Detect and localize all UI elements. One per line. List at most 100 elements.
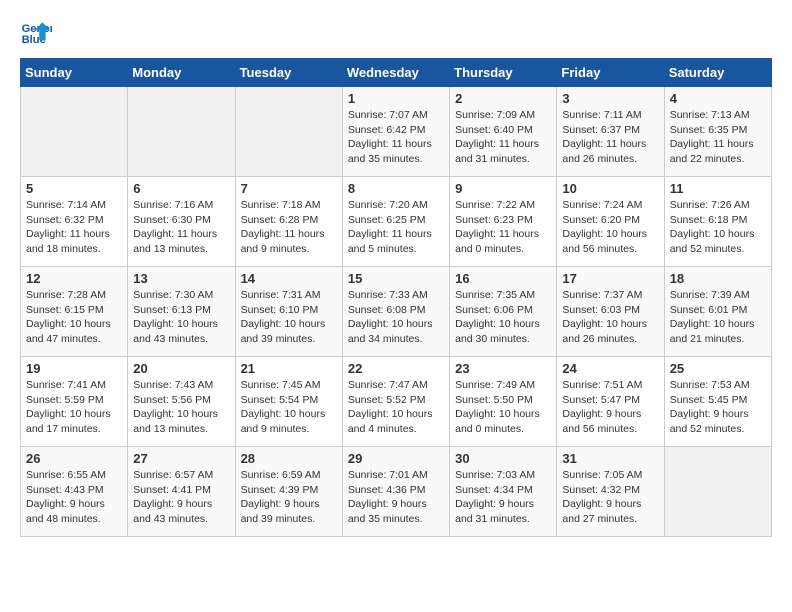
day-detail: Sunrise: 7:16 AM Sunset: 6:30 PM Dayligh… <box>133 198 229 257</box>
day-detail: Sunrise: 7:28 AM Sunset: 6:15 PM Dayligh… <box>26 288 122 347</box>
day-detail: Sunrise: 7:11 AM Sunset: 6:37 PM Dayligh… <box>562 108 658 167</box>
calendar-cell: 6Sunrise: 7:16 AM Sunset: 6:30 PM Daylig… <box>128 177 235 267</box>
day-detail: Sunrise: 7:05 AM Sunset: 4:32 PM Dayligh… <box>562 468 658 527</box>
calendar-cell: 30 Sunrise: 7:03 AM Sunset: 4:34 PM Dayli… <box>450 447 557 537</box>
calendar-cell: 8 Sunrise: 7:20 AM Sunset: 6:25 PM Daylig… <box>342 177 449 267</box>
day-number: 24 <box>562 361 658 376</box>
calendar-cell: 23 Sunrise: 7:49 AM Sunset: 5:50 PM Dayli… <box>450 357 557 447</box>
calendar-cell: 31 Sunrise: 7:05 AM Sunset: 4:32 PM Dayli… <box>557 447 664 537</box>
calendar-cell: 21 Sunrise: 7:45 AM Sunset: 5:54 PM Dayli… <box>235 357 342 447</box>
logo: General Blue <box>20 16 52 48</box>
calendar-cell: 28 Sunrise: 6:59 AM Sunset: 4:39 PM Dayli… <box>235 447 342 537</box>
calendar-cell: 20Sunrise: 7:43 AM Sunset: 5:56 PM Dayli… <box>128 357 235 447</box>
weekday-header: Wednesday <box>342 59 449 87</box>
day-detail: Sunrise: 7:13 AM Sunset: 6:35 PM Dayligh… <box>670 108 766 167</box>
calendar-cell: 2 Sunrise: 7:09 AM Sunset: 6:40 PM Daylig… <box>450 87 557 177</box>
day-number: 26 <box>26 451 122 466</box>
day-detail: Sunrise: 7:20 AM Sunset: 6:25 PM Dayligh… <box>348 198 444 257</box>
day-detail: Sunrise: 7:03 AM Sunset: 4:34 PM Dayligh… <box>455 468 551 527</box>
day-detail: Sunrise: 7:09 AM Sunset: 6:40 PM Dayligh… <box>455 108 551 167</box>
calendar-cell: 24 Sunrise: 7:51 AM Sunset: 5:47 PM Dayli… <box>557 357 664 447</box>
day-detail: Sunrise: 7:53 AM Sunset: 5:45 PM Dayligh… <box>670 378 766 437</box>
calendar-cell: 9 Sunrise: 7:22 AM Sunset: 6:23 PM Daylig… <box>450 177 557 267</box>
day-detail: Sunrise: 7:22 AM Sunset: 6:23 PM Dayligh… <box>455 198 551 257</box>
day-number: 9 <box>455 181 551 196</box>
day-detail: Sunrise: 7:01 AM Sunset: 4:36 PM Dayligh… <box>348 468 444 527</box>
day-detail: Sunrise: 7:14 AM Sunset: 6:32 PM Dayligh… <box>26 198 122 257</box>
calendar-cell <box>235 87 342 177</box>
calendar-week-row: 12 Sunrise: 7:28 AM Sunset: 6:15 PM Dayli… <box>21 267 772 357</box>
day-detail: Sunrise: 7:41 AM Sunset: 5:59 PM Dayligh… <box>26 378 122 437</box>
day-number: 4 <box>670 91 766 106</box>
day-number: 23 <box>455 361 551 376</box>
day-number: 29 <box>348 451 444 466</box>
calendar-cell: 29 Sunrise: 7:01 AM Sunset: 4:36 PM Dayli… <box>342 447 449 537</box>
calendar-cell: 4 Sunrise: 7:13 AM Sunset: 6:35 PM Daylig… <box>664 87 771 177</box>
calendar-cell: 12 Sunrise: 7:28 AM Sunset: 6:15 PM Dayli… <box>21 267 128 357</box>
calendar-cell: 26 Sunrise: 6:55 AM Sunset: 4:43 PM Dayli… <box>21 447 128 537</box>
day-number: 21 <box>241 361 337 376</box>
day-detail: Sunrise: 7:26 AM Sunset: 6:18 PM Dayligh… <box>670 198 766 257</box>
weekday-header: Thursday <box>450 59 557 87</box>
calendar-cell: 11Sunrise: 7:26 AM Sunset: 6:18 PM Dayli… <box>664 177 771 267</box>
weekday-header: Friday <box>557 59 664 87</box>
day-detail: Sunrise: 7:37 AM Sunset: 6:03 PM Dayligh… <box>562 288 658 347</box>
day-number: 15 <box>348 271 444 286</box>
day-number: 2 <box>455 91 551 106</box>
day-number: 16 <box>455 271 551 286</box>
day-number: 5 <box>26 181 122 196</box>
calendar-cell: 15Sunrise: 7:33 AM Sunset: 6:08 PM Dayli… <box>342 267 449 357</box>
day-detail: Sunrise: 7:51 AM Sunset: 5:47 PM Dayligh… <box>562 378 658 437</box>
day-detail: Sunrise: 7:18 AM Sunset: 6:28 PM Dayligh… <box>241 198 337 257</box>
calendar-cell: 22Sunrise: 7:47 AM Sunset: 5:52 PM Dayli… <box>342 357 449 447</box>
weekday-header: Monday <box>128 59 235 87</box>
calendar-cell: 14 Sunrise: 7:31 AM Sunset: 6:10 PM Dayli… <box>235 267 342 357</box>
day-number: 25 <box>670 361 766 376</box>
weekday-header: Tuesday <box>235 59 342 87</box>
weekday-header: Sunday <box>21 59 128 87</box>
calendar-week-row: 26 Sunrise: 6:55 AM Sunset: 4:43 PM Dayli… <box>21 447 772 537</box>
calendar-cell: 25 Sunrise: 7:53 AM Sunset: 5:45 PM Dayli… <box>664 357 771 447</box>
day-number: 28 <box>241 451 337 466</box>
calendar-week-row: 19 Sunrise: 7:41 AM Sunset: 5:59 PM Dayli… <box>21 357 772 447</box>
day-detail: Sunrise: 6:55 AM Sunset: 4:43 PM Dayligh… <box>26 468 122 527</box>
day-number: 3 <box>562 91 658 106</box>
calendar-cell: 3 Sunrise: 7:11 AM Sunset: 6:37 PM Daylig… <box>557 87 664 177</box>
weekday-header: Saturday <box>664 59 771 87</box>
calendar-week-row: 1Sunrise: 7:07 AM Sunset: 6:42 PM Daylig… <box>21 87 772 177</box>
calendar-cell: 19 Sunrise: 7:41 AM Sunset: 5:59 PM Dayli… <box>21 357 128 447</box>
day-detail: Sunrise: 7:24 AM Sunset: 6:20 PM Dayligh… <box>562 198 658 257</box>
logo-icon: General Blue <box>20 16 52 48</box>
day-detail: Sunrise: 6:57 AM Sunset: 4:41 PM Dayligh… <box>133 468 229 527</box>
calendar-week-row: 5 Sunrise: 7:14 AM Sunset: 6:32 PM Daylig… <box>21 177 772 267</box>
calendar-cell: 5 Sunrise: 7:14 AM Sunset: 6:32 PM Daylig… <box>21 177 128 267</box>
day-number: 22 <box>348 361 444 376</box>
calendar-cell: 7Sunrise: 7:18 AM Sunset: 6:28 PM Daylig… <box>235 177 342 267</box>
day-number: 8 <box>348 181 444 196</box>
day-detail: Sunrise: 7:49 AM Sunset: 5:50 PM Dayligh… <box>455 378 551 437</box>
calendar-table: SundayMondayTuesdayWednesdayThursdayFrid… <box>20 58 772 537</box>
day-number: 19 <box>26 361 122 376</box>
day-detail: Sunrise: 6:59 AM Sunset: 4:39 PM Dayligh… <box>241 468 337 527</box>
day-detail: Sunrise: 7:45 AM Sunset: 5:54 PM Dayligh… <box>241 378 337 437</box>
calendar-cell <box>664 447 771 537</box>
calendar-cell: 1Sunrise: 7:07 AM Sunset: 6:42 PM Daylig… <box>342 87 449 177</box>
day-detail: Sunrise: 7:31 AM Sunset: 6:10 PM Dayligh… <box>241 288 337 347</box>
day-detail: Sunrise: 7:35 AM Sunset: 6:06 PM Dayligh… <box>455 288 551 347</box>
page: General Blue SundayMondayTuesdayWednesda… <box>0 0 792 553</box>
day-number: 30 <box>455 451 551 466</box>
day-number: 31 <box>562 451 658 466</box>
day-number: 14 <box>241 271 337 286</box>
day-number: 1 <box>348 91 444 106</box>
day-detail: Sunrise: 7:43 AM Sunset: 5:56 PM Dayligh… <box>133 378 229 437</box>
calendar-cell <box>128 87 235 177</box>
day-detail: Sunrise: 7:30 AM Sunset: 6:13 PM Dayligh… <box>133 288 229 347</box>
header-row: SundayMondayTuesdayWednesdayThursdayFrid… <box>21 59 772 87</box>
day-number: 12 <box>26 271 122 286</box>
calendar-cell: 27Sunrise: 6:57 AM Sunset: 4:41 PM Dayli… <box>128 447 235 537</box>
calendar-cell: 17 Sunrise: 7:37 AM Sunset: 6:03 PM Dayli… <box>557 267 664 357</box>
day-number: 13 <box>133 271 229 286</box>
day-number: 17 <box>562 271 658 286</box>
calendar-cell: 16 Sunrise: 7:35 AM Sunset: 6:06 PM Dayli… <box>450 267 557 357</box>
calendar-cell <box>21 87 128 177</box>
